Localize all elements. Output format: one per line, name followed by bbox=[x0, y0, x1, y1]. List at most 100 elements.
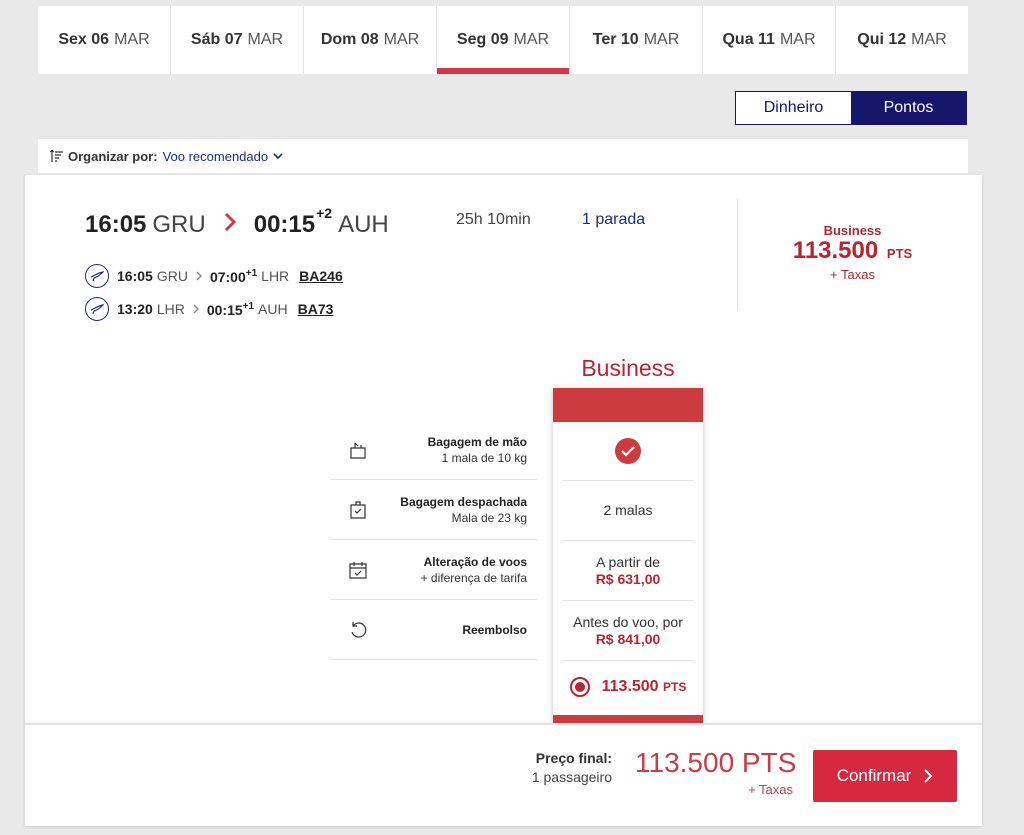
money-toggle-button[interactable]: Dinheiro bbox=[736, 92, 851, 124]
passenger-count: 1 passageiro bbox=[531, 769, 612, 785]
flight-card: 16:05 GRU 00:15+2 AUH 25h 10min 1 parada… bbox=[25, 175, 982, 723]
checked-bag-icon bbox=[350, 500, 366, 519]
feature-flight-change: Alteração de voos + diferença de tarifa bbox=[331, 540, 537, 600]
flight-number-link[interactable]: BA73 bbox=[298, 301, 334, 317]
fare-refund-prefix: Antes do voo, por bbox=[573, 613, 683, 630]
date-tab-4[interactable]: Ter 10 MAR bbox=[570, 6, 703, 74]
calendar-check-icon bbox=[349, 561, 367, 579]
confirm-label: Confirmar bbox=[836, 766, 912, 785]
currency-toggle: Dinheiro Pontos bbox=[735, 91, 967, 125]
price-summary-bar: Preço final: 1 passageiro 113.500 PTS + … bbox=[25, 723, 982, 826]
depart-airport: GRU bbox=[152, 211, 206, 238]
date-day: Sex 06 bbox=[58, 31, 110, 48]
date-tab-6[interactable]: Qui 12 MAR bbox=[836, 6, 968, 74]
fare-change-price: R$ 631,00 bbox=[595, 570, 661, 587]
fare-checked-text: 2 malas bbox=[603, 502, 653, 518]
divider bbox=[737, 199, 738, 311]
fare-column-footer bbox=[553, 715, 703, 723]
fare-summary[interactable]: Business 113.500 PTS + Taxas bbox=[765, 223, 940, 282]
date-day: Ter 10 bbox=[592, 31, 639, 48]
feature-carry-on: Bagagem de mão 1 mala de 10 kg bbox=[331, 420, 537, 480]
sort-dropdown[interactable]: Voo recomendado bbox=[163, 149, 284, 164]
route-arrow-icon bbox=[224, 212, 236, 232]
flight-number-link[interactable]: BA246 bbox=[299, 268, 343, 284]
fare-summary-points-value: 113.500 bbox=[792, 237, 879, 264]
fare-change-value: A partir de R$ 631,00 bbox=[563, 541, 693, 601]
date-tab-0[interactable]: Sex 06 MAR bbox=[38, 6, 171, 74]
final-price-label: Preço final: 1 passageiro bbox=[515, 749, 612, 787]
date-tab-2[interactable]: Dom 08 MAR bbox=[304, 6, 437, 74]
date-month: MAR bbox=[114, 31, 150, 48]
fare-summary-taxes: + Taxas bbox=[830, 267, 875, 282]
feature-name: Bagagem de mão bbox=[427, 434, 527, 449]
airline-logo-icon bbox=[85, 297, 109, 321]
depart-time: 16:05 bbox=[85, 211, 147, 238]
segment-arrive-time: 07:00+1 bbox=[210, 268, 257, 285]
date-tab-5[interactable]: Qua 11 MAR bbox=[703, 6, 836, 74]
fare-column-header bbox=[553, 388, 703, 422]
feature-name: Bagagem despachada bbox=[400, 494, 527, 509]
arrive-airport: AUH bbox=[338, 211, 389, 238]
fare-refund-value: Antes do voo, por R$ 841,00 bbox=[563, 601, 693, 661]
date-tabs: Sex 06 MAR Sáb 07 MAR Dom 08 MAR Seg 09 MAR … bbox=[38, 6, 968, 74]
arrive-time-value: 00:15 bbox=[253, 211, 316, 238]
chevron-right-icon bbox=[196, 271, 202, 281]
stops-link[interactable]: 1 parada bbox=[582, 211, 645, 229]
business-fare-column[interactable]: 2 malas A partir de R$ 631,00 Antes do v… bbox=[553, 388, 703, 723]
feature-text: Bagagem despachada Mala de 23 kg bbox=[369, 494, 537, 526]
feature-text: Reembolso bbox=[369, 622, 537, 638]
chevron-right-icon bbox=[193, 304, 199, 314]
arrive-day-offset: +2 bbox=[316, 205, 333, 221]
flight-route: 16:05 GRU 00:15+2 AUH bbox=[85, 205, 389, 239]
date-tab-1[interactable]: Sáb 07 MAR bbox=[171, 6, 304, 74]
date-day: Qui 12 bbox=[857, 31, 907, 48]
chevron-right-icon bbox=[924, 769, 933, 783]
segment-depart-airport: GRU bbox=[156, 268, 188, 284]
sort-icon bbox=[50, 149, 63, 162]
fare-points-unit: PTS bbox=[663, 680, 687, 694]
date-tab-3-selected[interactable]: Seg 09 MAR bbox=[437, 6, 570, 74]
date-day: Seg 09 bbox=[456, 31, 509, 48]
points-toggle-button[interactable]: Pontos bbox=[851, 92, 966, 124]
fare-points: 113.500 PTS bbox=[602, 678, 687, 696]
chevron-down-icon bbox=[273, 153, 283, 160]
segment-arrive-airport: LHR bbox=[261, 268, 290, 284]
sort-bar: Organizar por: Voo recomendado bbox=[38, 139, 968, 173]
confirm-button[interactable]: Confirmar bbox=[813, 750, 957, 802]
date-month: MAR bbox=[513, 31, 550, 48]
sort-dropdown-value: Voo recomendado bbox=[162, 148, 269, 164]
feature-text: Alteração de voos + diferença de tarifa bbox=[369, 554, 537, 586]
arrive-time: 00:15+2 bbox=[254, 205, 332, 239]
fare-refund-price: R$ 841,00 bbox=[595, 630, 661, 647]
segment-arrive-time: 00:15+1 bbox=[207, 301, 254, 318]
date-month: MAR bbox=[643, 31, 680, 48]
date-day: Dom 08 bbox=[320, 31, 379, 48]
feature-detail: 1 mala de 10 kg bbox=[441, 450, 527, 465]
refund-icon bbox=[351, 621, 367, 638]
flight-duration: 25h 10min bbox=[456, 211, 531, 228]
feature-detail: + diferença de tarifa bbox=[420, 570, 527, 585]
feature-text: Bagagem de mão 1 mala de 10 kg bbox=[369, 434, 537, 466]
date-month: MAR bbox=[247, 31, 284, 48]
segment-depart-time: 13:20 bbox=[117, 301, 153, 317]
segment-arrive-offset: +1 bbox=[245, 267, 258, 279]
date-month: MAR bbox=[911, 31, 947, 48]
fare-select-row[interactable]: 113.500 PTS bbox=[563, 661, 693, 713]
segment-arrive-offset: +1 bbox=[242, 300, 255, 312]
final-price: 113.500 PTS bbox=[635, 747, 797, 778]
segment-depart-time: 16:05 bbox=[117, 268, 153, 284]
carry-on-bag-icon bbox=[350, 442, 366, 459]
date-month: MAR bbox=[779, 31, 816, 48]
final-taxes: + Taxas bbox=[748, 782, 793, 797]
segment-arrive-time-value: 07:00 bbox=[209, 268, 246, 285]
feature-name: Alteração de voos bbox=[423, 554, 527, 569]
fare-carry-on-value bbox=[563, 422, 693, 481]
check-icon bbox=[615, 438, 641, 464]
fare-column-title: Business bbox=[581, 355, 675, 381]
segment-arrive-airport: AUH bbox=[258, 301, 288, 317]
fare-radio-selected[interactable] bbox=[569, 677, 590, 697]
segment-arrive-time-value: 00:15 bbox=[206, 301, 243, 318]
flight-segment-2: 13:20 LHR 00:15+1 AUH BA73 bbox=[85, 297, 333, 321]
feature-checked-bag: Bagagem despachada Mala de 23 kg bbox=[331, 480, 537, 540]
feature-name: Reembolso bbox=[462, 622, 527, 637]
